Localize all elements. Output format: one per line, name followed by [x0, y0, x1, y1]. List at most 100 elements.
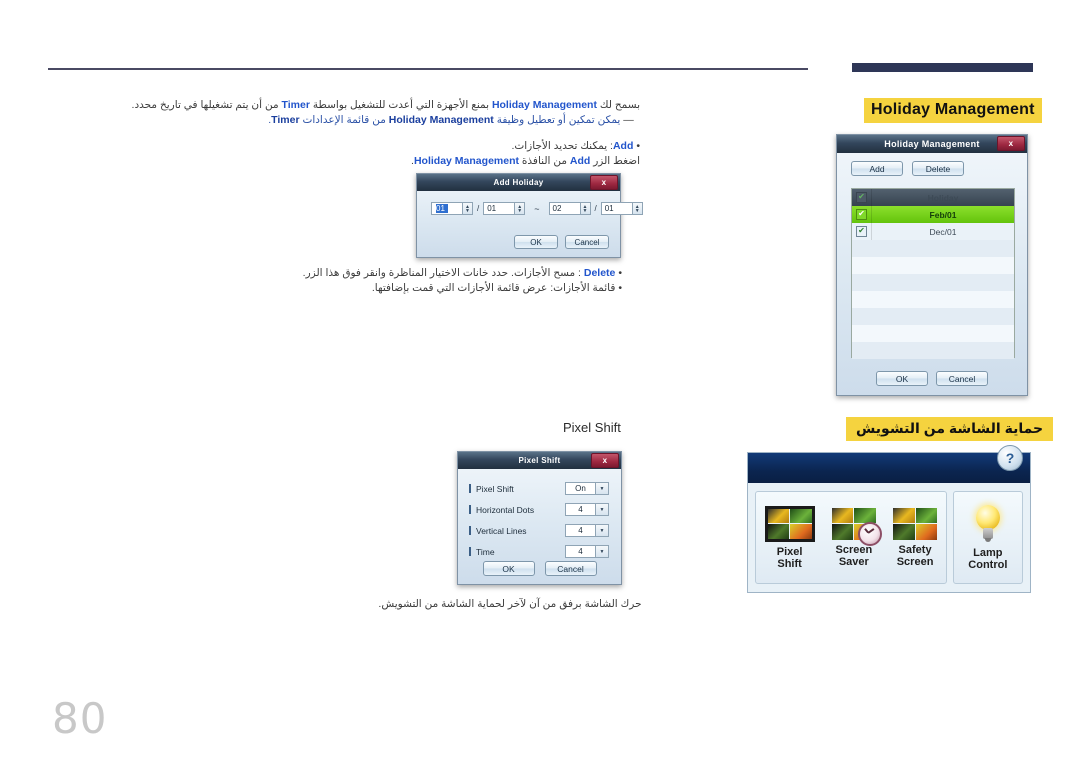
- bullet-bar-icon: [469, 526, 471, 535]
- chevron-down-icon[interactable]: ▼: [595, 483, 608, 494]
- bullet-marker: •: [636, 140, 640, 152]
- empty-row[interactable]: [852, 291, 1014, 308]
- bottom-caption: حرك الشاشة برفق من آن لآخر لحماية الشاشة…: [378, 598, 642, 610]
- vertical-lines-select[interactable]: 4 ▼: [565, 524, 609, 537]
- empty-row[interactable]: [852, 342, 1014, 359]
- bullet-add-text: : يمكنك تحديد الأجازات.: [511, 140, 613, 152]
- end-month-input[interactable]: 02 ▲ ▼: [548, 202, 591, 215]
- dialog-footer: OK Cancel: [458, 561, 621, 576]
- start-month-value: 01: [436, 204, 448, 213]
- ok-button[interactable]: OK: [514, 235, 558, 249]
- bullet-add-detail-term: Add: [569, 155, 591, 167]
- intro-line1-post: من أن يتم تشغيلها في تاريخ محدد.: [131, 99, 282, 111]
- holiday-list-header: ✔ Holiday: [852, 189, 1014, 206]
- row-checkbox[interactable]: ✔: [852, 223, 872, 240]
- lightbulb-icon: [971, 504, 1005, 543]
- tile-caption: Safety Screen: [897, 544, 934, 568]
- table-row[interactable]: ✔ Dec/01: [852, 223, 1014, 240]
- intro-line2-pre: يمكن تمكين أو تعطيل وظيفة: [493, 114, 624, 126]
- dialog-title-text: Holiday Management: [884, 139, 980, 149]
- caption-line-2: Shift: [777, 557, 802, 570]
- close-icon[interactable]: x: [997, 136, 1025, 151]
- dialog-title-text: Add Holiday: [493, 178, 544, 187]
- holiday-date: Feb/01: [929, 209, 957, 220]
- empty-row[interactable]: [852, 325, 1014, 342]
- bullet-add-term: Add: [612, 140, 634, 152]
- screen-protection-panel: ? Pixel Shift Screen Saver Safety Screen…: [747, 445, 1031, 593]
- delete-button[interactable]: Delete: [912, 161, 964, 176]
- chevron-down-icon[interactable]: ▼: [595, 525, 608, 536]
- pixel-shift-select[interactable]: On ▼: [565, 482, 609, 495]
- section-heading-screen-protection: حماية الشاشة من التشويش: [846, 417, 1054, 441]
- pixel-shift-dialog: Pixel Shift x Pixel Shift On ▼ Horizonta…: [457, 451, 622, 585]
- bullet-marker: •: [618, 267, 622, 279]
- intro-line2-dash: —: [623, 114, 634, 126]
- empty-row[interactable]: [852, 240, 1014, 257]
- tile-caption: Pixel Shift: [777, 546, 803, 570]
- screen-protection-group: Pixel Shift Screen Saver Safety Screen: [755, 491, 947, 584]
- tile-caption: Lamp Control: [968, 547, 1007, 571]
- cancel-button[interactable]: Cancel: [936, 371, 988, 386]
- caption-line-1: Safety: [898, 543, 932, 556]
- cancel-button[interactable]: Cancel: [544, 561, 597, 576]
- end-day-input[interactable]: 01 ▲ ▼: [600, 202, 643, 215]
- horizontal-dots-select[interactable]: 4 ▼: [565, 503, 609, 516]
- empty-row[interactable]: [852, 257, 1014, 274]
- bullet-delete-term: Delete: [583, 267, 616, 279]
- ok-button[interactable]: OK: [876, 371, 928, 386]
- holiday-toolbar: Add Delete: [851, 161, 964, 176]
- bullet-holiday-list-text: قائمة الأجازات: عرض قائمة الأجازات التي …: [371, 282, 616, 294]
- row-checkbox[interactable]: ✔: [852, 206, 872, 223]
- add-button[interactable]: Add: [851, 161, 903, 176]
- holiday-list[interactable]: ✔ Holiday ✔ Feb/01 ✔ Dec/01: [851, 188, 1015, 359]
- screen-saver-thumbnail-icon: [831, 507, 882, 546]
- bullet-bar-icon: [469, 547, 471, 556]
- empty-row[interactable]: [852, 274, 1014, 291]
- cancel-button[interactable]: Cancel: [565, 235, 609, 249]
- start-day-input[interactable]: 01 ▲ ▼: [483, 202, 526, 215]
- setting-label: Vertical Lines: [476, 525, 527, 536]
- lamp-control-group: Lamp Control: [952, 491, 1023, 584]
- date-range-row: 01 ▲ ▼ / 01 ▲ ▼ ~ 02 ▲ ▼ / 01 ▲ ▼: [431, 202, 643, 215]
- range-symbol: ~: [534, 203, 540, 214]
- ok-button[interactable]: OK: [482, 561, 535, 576]
- bullet-add-detail: اضغط الزر Add من النافذة Holiday Managem…: [262, 154, 640, 169]
- lamp-control-tile[interactable]: Lamp Control: [966, 492, 1009, 583]
- bullet-marker: •: [618, 282, 622, 294]
- table-row[interactable]: ✔ Feb/01: [852, 206, 1014, 223]
- help-icon[interactable]: ?: [997, 445, 1023, 471]
- selected-value: 4: [578, 505, 583, 514]
- close-icon[interactable]: x: [591, 453, 619, 468]
- end-day-value: 01: [604, 204, 614, 213]
- empty-row[interactable]: [852, 308, 1014, 325]
- setting-row-pixel-shift: Pixel Shift On ▼: [458, 478, 621, 499]
- select-all-checkbox[interactable]: ✔: [852, 189, 872, 206]
- bullet-list-delete: • Delete : مسح الأجازات. حدد خانات الاخت…: [262, 266, 622, 296]
- safety-screen-thumbnail-icon: [893, 507, 938, 540]
- start-month-input[interactable]: 01 ▲ ▼: [431, 202, 473, 215]
- holiday-management-dialog: Holiday Management x Add Delete ✔ Holida…: [836, 134, 1028, 396]
- selected-value: 4: [578, 547, 583, 556]
- start-month-stepper[interactable]: ▲ ▼: [462, 203, 472, 214]
- intro-line1-term-holiday-management: Holiday Management: [491, 99, 597, 111]
- start-day-stepper[interactable]: ▲ ▼: [514, 203, 525, 214]
- bullet-list-add: • Add: يمكنك تحديد الأجازات. اضغط الزر A…: [262, 139, 640, 169]
- section-heading-holiday-management: Holiday Management: [864, 98, 1042, 123]
- bullet-delete: • Delete : مسح الأجازات. حدد خانات الاخت…: [262, 266, 622, 281]
- intro-line-1: بسمح لك Holiday Management بمنع الأجهزة …: [132, 98, 640, 113]
- end-month-stepper[interactable]: ▲ ▼: [579, 203, 590, 214]
- chevron-down-icon[interactable]: ▼: [595, 546, 608, 557]
- pixel-shift-tile[interactable]: Pixel Shift: [763, 492, 817, 583]
- checkmark-icon: ✔: [856, 209, 867, 220]
- caption-line-1: Pixel: [776, 545, 803, 558]
- safety-screen-tile[interactable]: Safety Screen: [891, 492, 939, 583]
- pixel-shift-caption: Pixel Shift: [563, 420, 621, 435]
- chevron-down-icon[interactable]: ▼: [595, 504, 608, 515]
- close-icon[interactable]: x: [590, 175, 618, 190]
- setting-label: Pixel Shift: [476, 483, 514, 494]
- time-select[interactable]: 4 ▼: [565, 545, 609, 558]
- end-day-stepper[interactable]: ▲ ▼: [631, 203, 642, 214]
- screen-saver-tile[interactable]: Screen Saver: [830, 492, 882, 583]
- panel-titlebar: ?: [748, 445, 1030, 483]
- tile-caption: Screen Saver: [835, 544, 872, 568]
